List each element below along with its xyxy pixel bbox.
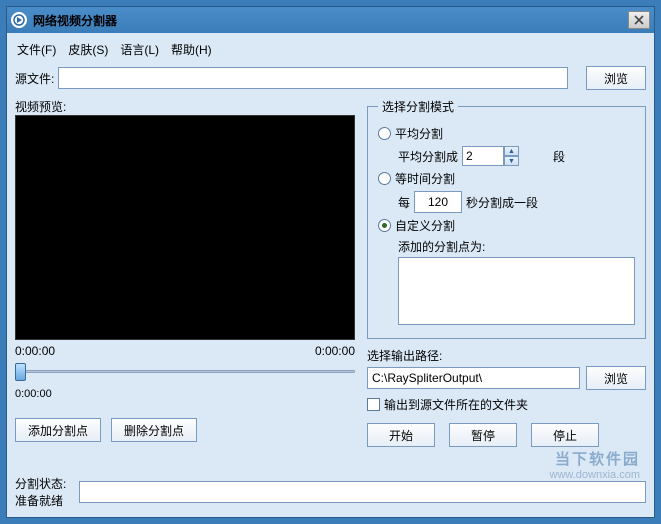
avg-sub-label: 平均分割成 <box>398 148 458 165</box>
radio-time-label: 等时间分割 <box>395 170 455 187</box>
client-area: 文件(F) 皮肤(S) 语言(L) 帮助(H) 源文件: 浏览 视频预览: 0:… <box>7 33 654 517</box>
slider-thumb[interactable] <box>15 363 26 381</box>
status-label: 分割状态: <box>15 475 75 492</box>
time-start: 0:00:00 <box>15 344 55 358</box>
menu-skin[interactable]: 皮肤(S) <box>68 41 108 58</box>
menu-help[interactable]: 帮助(H) <box>171 41 212 58</box>
time-sub-label: 每 <box>398 194 410 211</box>
slider-track <box>15 370 355 373</box>
pause-button[interactable]: 暂停 <box>449 423 517 447</box>
menu-file[interactable]: 文件(F) <box>17 41 56 58</box>
current-position: 0:00:00 <box>15 388 355 400</box>
time-seconds-input[interactable] <box>414 191 462 213</box>
close-icon <box>634 15 644 25</box>
seek-slider[interactable] <box>15 360 355 382</box>
split-mode-legend: 选择分割模式 <box>378 98 458 115</box>
app-logo-icon <box>11 12 27 28</box>
left-panel: 视频预览: 0:00:00 0:00:00 0:00:00 添加分割点 删除分割… <box>15 98 355 465</box>
stop-button[interactable]: 停止 <box>531 423 599 447</box>
right-panel: 选择分割模式 平均分割 平均分割成 ▲ ▼ <box>367 98 646 465</box>
split-points-textarea[interactable] <box>398 257 635 325</box>
add-split-point-button[interactable]: 添加分割点 <box>15 418 101 442</box>
video-preview[interactable] <box>15 115 355 340</box>
output-path-label: 选择输出路径: <box>367 347 646 364</box>
avg-segments-spinner[interactable]: ▲ ▼ <box>462 146 519 166</box>
output-path-input[interactable] <box>367 367 580 389</box>
radio-custom-label: 自定义分割 <box>395 217 455 234</box>
output-browse-button[interactable]: 浏览 <box>586 366 646 390</box>
radio-average[interactable] <box>378 127 391 140</box>
delete-split-point-button[interactable]: 删除分割点 <box>111 418 197 442</box>
split-mode-group: 选择分割模式 平均分割 平均分割成 ▲ ▼ <box>367 98 646 339</box>
spinner-down-icon[interactable]: ▼ <box>504 156 519 166</box>
ready-label: 准备就绪 <box>15 492 75 509</box>
app-window: 网络视频分割器 文件(F) 皮肤(S) 语言(L) 帮助(H) 源文件: 浏览 … <box>6 6 655 518</box>
source-row: 源文件: 浏览 <box>15 66 646 90</box>
status-field <box>79 481 646 503</box>
source-label: 源文件: <box>15 70 54 87</box>
custom-sub-label: 添加的分割点为: <box>398 238 635 255</box>
avg-segments-input[interactable] <box>462 146 504 166</box>
radio-time[interactable] <box>378 172 391 185</box>
time-unit: 秒分割成一段 <box>466 194 538 211</box>
menu-language[interactable]: 语言(L) <box>120 41 159 58</box>
source-input[interactable] <box>58 67 568 89</box>
menu-bar: 文件(F) 皮肤(S) 语言(L) 帮助(H) <box>15 37 646 66</box>
source-browse-button[interactable]: 浏览 <box>586 66 646 90</box>
spinner-up-icon[interactable]: ▲ <box>504 146 519 156</box>
preview-label: 视频预览: <box>15 98 355 115</box>
same-folder-checkbox[interactable] <box>367 398 380 411</box>
time-end: 0:00:00 <box>315 344 355 358</box>
close-button[interactable] <box>628 11 650 29</box>
radio-average-label: 平均分割 <box>395 125 443 142</box>
status-row: 分割状态: 准备就绪 <box>15 475 646 509</box>
title-bar: 网络视频分割器 <box>7 7 654 33</box>
window-title: 网络视频分割器 <box>33 12 117 29</box>
start-button[interactable]: 开始 <box>367 423 435 447</box>
time-row: 0:00:00 0:00:00 <box>15 344 355 358</box>
radio-custom[interactable] <box>378 219 391 232</box>
same-folder-label: 输出到源文件所在的文件夹 <box>384 396 528 413</box>
avg-unit: 段 <box>553 148 565 165</box>
